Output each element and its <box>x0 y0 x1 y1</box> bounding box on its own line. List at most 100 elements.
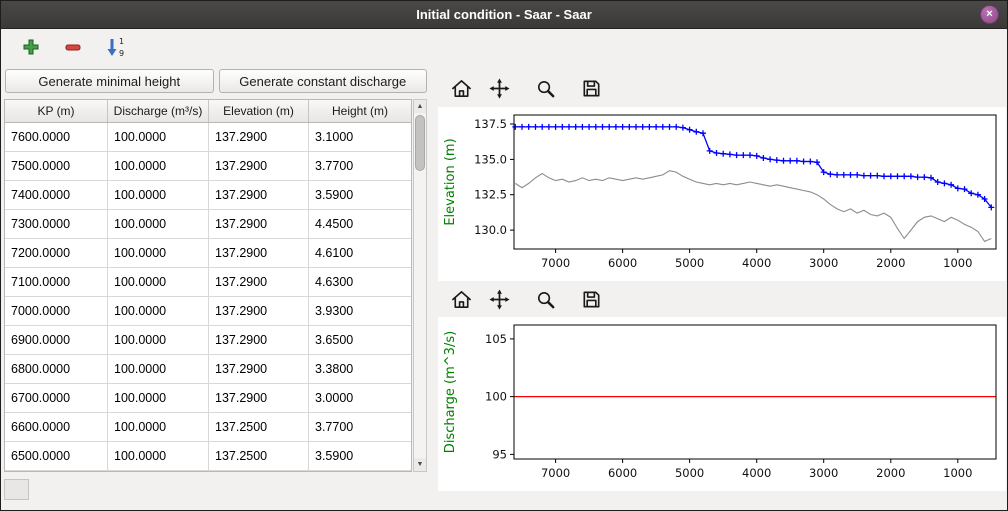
column-header-elevation[interactable]: Elevation (m) <box>209 100 309 122</box>
table-cell[interactable]: 3.1000 <box>309 123 411 152</box>
generate-constant-discharge-button[interactable]: Generate constant discharge <box>219 69 428 93</box>
column-header-height[interactable]: Height (m) <box>309 100 411 122</box>
remove-row-button[interactable] <box>59 34 87 60</box>
table-cell[interactable]: 100.0000 <box>108 442 209 471</box>
sort-numeric-icon: 1 9 <box>104 36 126 58</box>
table-cell[interactable]: 4.6300 <box>309 268 411 297</box>
table-cell[interactable]: 137.2900 <box>209 355 309 384</box>
table-cell[interactable]: 137.2900 <box>209 384 309 413</box>
table-row[interactable]: 7500.0000100.0000137.29003.7700 <box>5 152 411 181</box>
table-row[interactable]: 7100.0000100.0000137.29004.6300 <box>5 268 411 297</box>
home-button[interactable] <box>448 286 474 312</box>
table-cell[interactable]: 137.2900 <box>209 123 309 152</box>
home-icon <box>450 288 473 311</box>
table-cell[interactable]: 137.2900 <box>209 297 309 326</box>
svg-text:1000: 1000 <box>943 466 972 480</box>
table-row[interactable]: 6900.0000100.0000137.29003.6500 <box>5 326 411 355</box>
table-cell[interactable]: 100.0000 <box>108 239 209 268</box>
svg-text:Elevation (m): Elevation (m) <box>443 138 458 225</box>
column-header-kp[interactable]: KP (m) <box>5 100 108 122</box>
vertical-scrollbar[interactable]: ▲ ▼ <box>413 99 427 472</box>
table-cell[interactable]: 6600.0000 <box>5 413 108 442</box>
table-row[interactable]: 7200.0000100.0000137.29004.6100 <box>5 239 411 268</box>
sort-button[interactable]: 1 9 <box>101 34 129 60</box>
scroll-up-icon[interactable]: ▲ <box>414 100 426 113</box>
svg-text:6000: 6000 <box>608 256 637 270</box>
generate-minimal-height-button[interactable]: Generate minimal height <box>5 69 214 93</box>
table-cell[interactable]: 3.7700 <box>309 413 411 442</box>
table-cell[interactable]: 100.0000 <box>108 413 209 442</box>
close-icon: × <box>986 8 992 20</box>
table-cell[interactable]: 100.0000 <box>108 210 209 239</box>
table-cell[interactable]: 6900.0000 <box>5 326 108 355</box>
window-title: Initial condition - Saar - Saar <box>416 7 592 22</box>
column-header-discharge[interactable]: Discharge (m³/s) <box>108 100 209 122</box>
table-cell[interactable]: 100.0000 <box>108 355 209 384</box>
table-cell[interactable]: 137.2900 <box>209 326 309 355</box>
close-button[interactable]: × <box>980 5 999 24</box>
svg-text:105: 105 <box>485 332 507 346</box>
discharge-plot-toolbar <box>448 284 616 314</box>
pan-button[interactable] <box>486 75 512 101</box>
scrollbar-thumb[interactable] <box>415 115 425 171</box>
table-cell[interactable]: 137.2900 <box>209 239 309 268</box>
table-cell[interactable]: 100.0000 <box>108 297 209 326</box>
table-cell[interactable]: 137.2900 <box>209 210 309 239</box>
table-row[interactable]: 7300.0000100.0000137.29004.4500 <box>5 210 411 239</box>
table-cell[interactable]: 3.5900 <box>309 181 411 210</box>
table-row[interactable]: 6600.0000100.0000137.25003.7700 <box>5 413 411 442</box>
table-cell[interactable]: 3.3800 <box>309 355 411 384</box>
zoom-button[interactable] <box>532 75 558 101</box>
table-cell[interactable]: 7600.0000 <box>5 123 108 152</box>
table-cell[interactable]: 100.0000 <box>108 152 209 181</box>
zoom-icon <box>534 288 557 311</box>
table-cell[interactable]: 4.6100 <box>309 239 411 268</box>
table-cell[interactable]: 137.2900 <box>209 152 309 181</box>
svg-text:130.0: 130.0 <box>474 223 507 237</box>
table-row[interactable]: 7000.0000100.0000137.29003.9300 <box>5 297 411 326</box>
discharge-chart[interactable]: 700060005000400030002000100010510095Disc… <box>438 317 1006 491</box>
table-cell[interactable]: 100.0000 <box>108 123 209 152</box>
svg-text:132.5: 132.5 <box>474 188 507 202</box>
table-cell[interactable]: 3.9300 <box>309 297 411 326</box>
table-cell[interactable]: 137.2500 <box>209 413 309 442</box>
pan-button[interactable] <box>486 286 512 312</box>
table-cell[interactable]: 100.0000 <box>108 181 209 210</box>
table-cell[interactable]: 3.5900 <box>309 442 411 471</box>
table-cell[interactable]: 7300.0000 <box>5 210 108 239</box>
table-cell[interactable]: 7200.0000 <box>5 239 108 268</box>
table-cell[interactable]: 3.0000 <box>309 384 411 413</box>
svg-text:3000: 3000 <box>809 256 838 270</box>
table-row[interactable]: 6500.0000100.0000137.25003.5900 <box>5 442 411 471</box>
table-cell[interactable]: 137.2500 <box>209 442 309 471</box>
save-button[interactable] <box>578 286 604 312</box>
table-cell[interactable]: 4.4500 <box>309 210 411 239</box>
svg-text:137.5: 137.5 <box>474 117 507 131</box>
table-cell[interactable]: 7100.0000 <box>5 268 108 297</box>
table-cell[interactable]: 100.0000 <box>108 326 209 355</box>
scroll-down-icon[interactable]: ▼ <box>414 458 426 471</box>
table-cell[interactable]: 7000.0000 <box>5 297 108 326</box>
save-button[interactable] <box>578 75 604 101</box>
titlebar[interactable]: Initial condition - Saar - Saar × <box>1 1 1007 29</box>
table-cell[interactable]: 6500.0000 <box>5 442 108 471</box>
table-cell[interactable]: 100.0000 <box>108 384 209 413</box>
table-cell[interactable]: 7400.0000 <box>5 181 108 210</box>
table-cell[interactable]: 100.0000 <box>108 268 209 297</box>
table-cell[interactable]: 137.2900 <box>209 268 309 297</box>
elevation-chart[interactable]: 7000600050004000300020001000137.5135.013… <box>438 107 1006 281</box>
table-cell[interactable]: 3.7700 <box>309 152 411 181</box>
table-cell[interactable]: 3.6500 <box>309 326 411 355</box>
table-cell[interactable]: 6700.0000 <box>5 384 108 413</box>
discharge-plot: 700060005000400030002000100010510095Disc… <box>438 317 1006 491</box>
table-row[interactable]: 7600.0000100.0000137.29003.1000 <box>5 123 411 152</box>
add-row-button[interactable] <box>17 34 45 60</box>
home-button[interactable] <box>448 75 474 101</box>
table-row[interactable]: 6800.0000100.0000137.29003.3800 <box>5 355 411 384</box>
table-row[interactable]: 7400.0000100.0000137.29003.5900 <box>5 181 411 210</box>
table-cell[interactable]: 6800.0000 <box>5 355 108 384</box>
table-cell[interactable]: 137.2900 <box>209 181 309 210</box>
zoom-button[interactable] <box>532 286 558 312</box>
table-row[interactable]: 6700.0000100.0000137.29003.0000 <box>5 384 411 413</box>
table-cell[interactable]: 7500.0000 <box>5 152 108 181</box>
